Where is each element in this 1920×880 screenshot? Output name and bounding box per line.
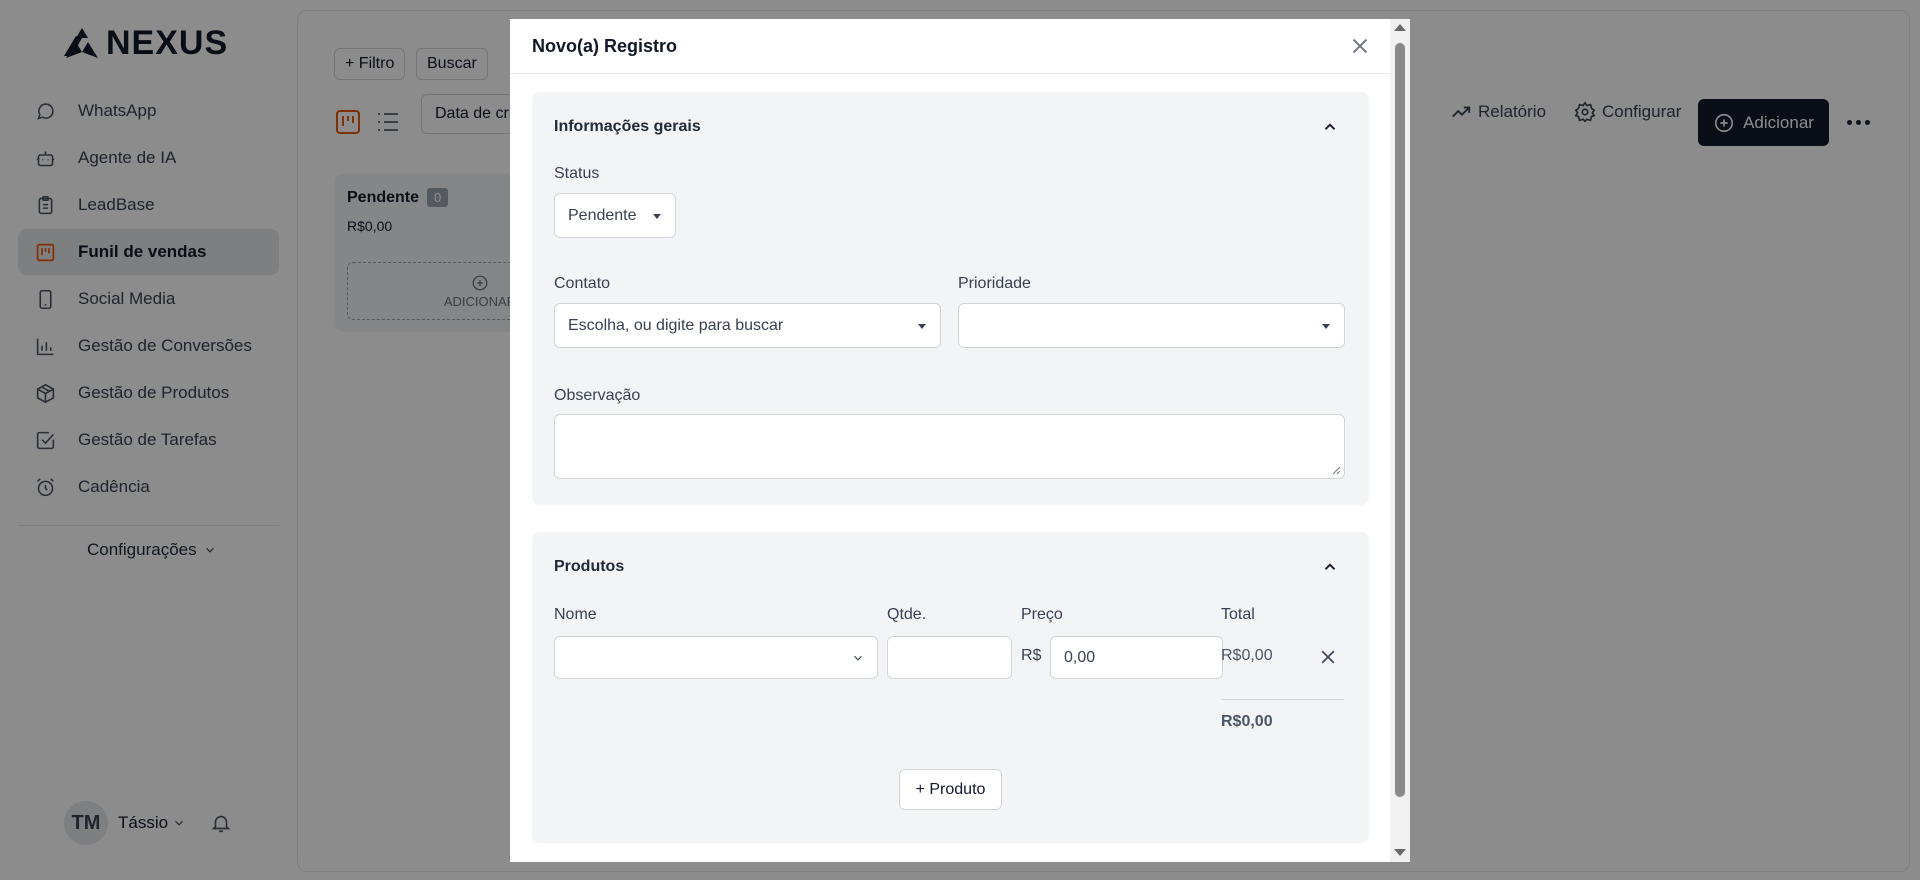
contact-select[interactable]: Escolha, ou digite para buscar <box>554 303 941 348</box>
modal-scrollbar[interactable] <box>1390 19 1410 862</box>
add-product-button[interactable]: + Produto <box>899 769 1002 810</box>
note-label: Observação <box>554 387 641 404</box>
scroll-down-arrow-icon[interactable] <box>1394 849 1406 856</box>
status-value: Pendente <box>568 206 637 224</box>
caret-down-icon <box>1322 323 1330 329</box>
product-total-header: Total <box>1221 606 1255 623</box>
product-price-value: 0,00 <box>1064 648 1096 666</box>
products-grand-total: R$0,00 <box>1221 713 1273 730</box>
product-qty-header: Qtde. <box>887 606 927 623</box>
note-textarea[interactable] <box>554 414 1345 479</box>
general-info-section: Informações gerais Status Pendente Conta… <box>532 92 1369 505</box>
priority-label: Prioridade <box>958 275 1031 292</box>
section-title: Informações gerais <box>554 118 701 135</box>
total-divider <box>1221 699 1344 700</box>
product-name-header: Nome <box>554 606 597 623</box>
caret-down-icon <box>918 323 926 329</box>
priority-select[interactable] <box>958 303 1345 348</box>
product-name-select[interactable] <box>554 636 878 679</box>
products-section: Produtos Nome Qtde. Preço Total R$ 0,00 … <box>532 532 1369 843</box>
remove-product-icon[interactable] <box>1318 647 1338 667</box>
section-title: Produtos <box>554 558 625 575</box>
product-row-total: R$0,00 <box>1221 647 1273 664</box>
product-qty-input[interactable] <box>887 636 1012 679</box>
close-icon[interactable] <box>1349 35 1371 57</box>
chevron-down-icon <box>854 655 862 661</box>
scroll-up-arrow-icon[interactable] <box>1394 24 1406 31</box>
contact-label: Contato <box>554 275 611 292</box>
product-price-input[interactable]: 0,00 <box>1050 636 1223 679</box>
resize-handle-icon[interactable] <box>1332 466 1341 475</box>
scroll-thumb[interactable] <box>1395 43 1405 797</box>
currency-prefix: R$ <box>1021 647 1042 664</box>
status-select[interactable]: Pendente <box>554 193 676 238</box>
contact-placeholder: Escolha, ou digite para buscar <box>568 316 784 334</box>
status-label: Status <box>554 165 600 182</box>
chevron-up-icon[interactable] <box>1321 118 1339 136</box>
modal-header: Novo(a) Registro <box>510 19 1390 74</box>
modal-title: Novo(a) Registro <box>532 36 678 56</box>
new-record-modal: Novo(a) Registro Informações gerais Stat… <box>510 19 1410 862</box>
chevron-up-icon[interactable] <box>1321 558 1339 576</box>
product-price-header: Preço <box>1021 606 1063 623</box>
caret-down-icon <box>653 213 661 219</box>
